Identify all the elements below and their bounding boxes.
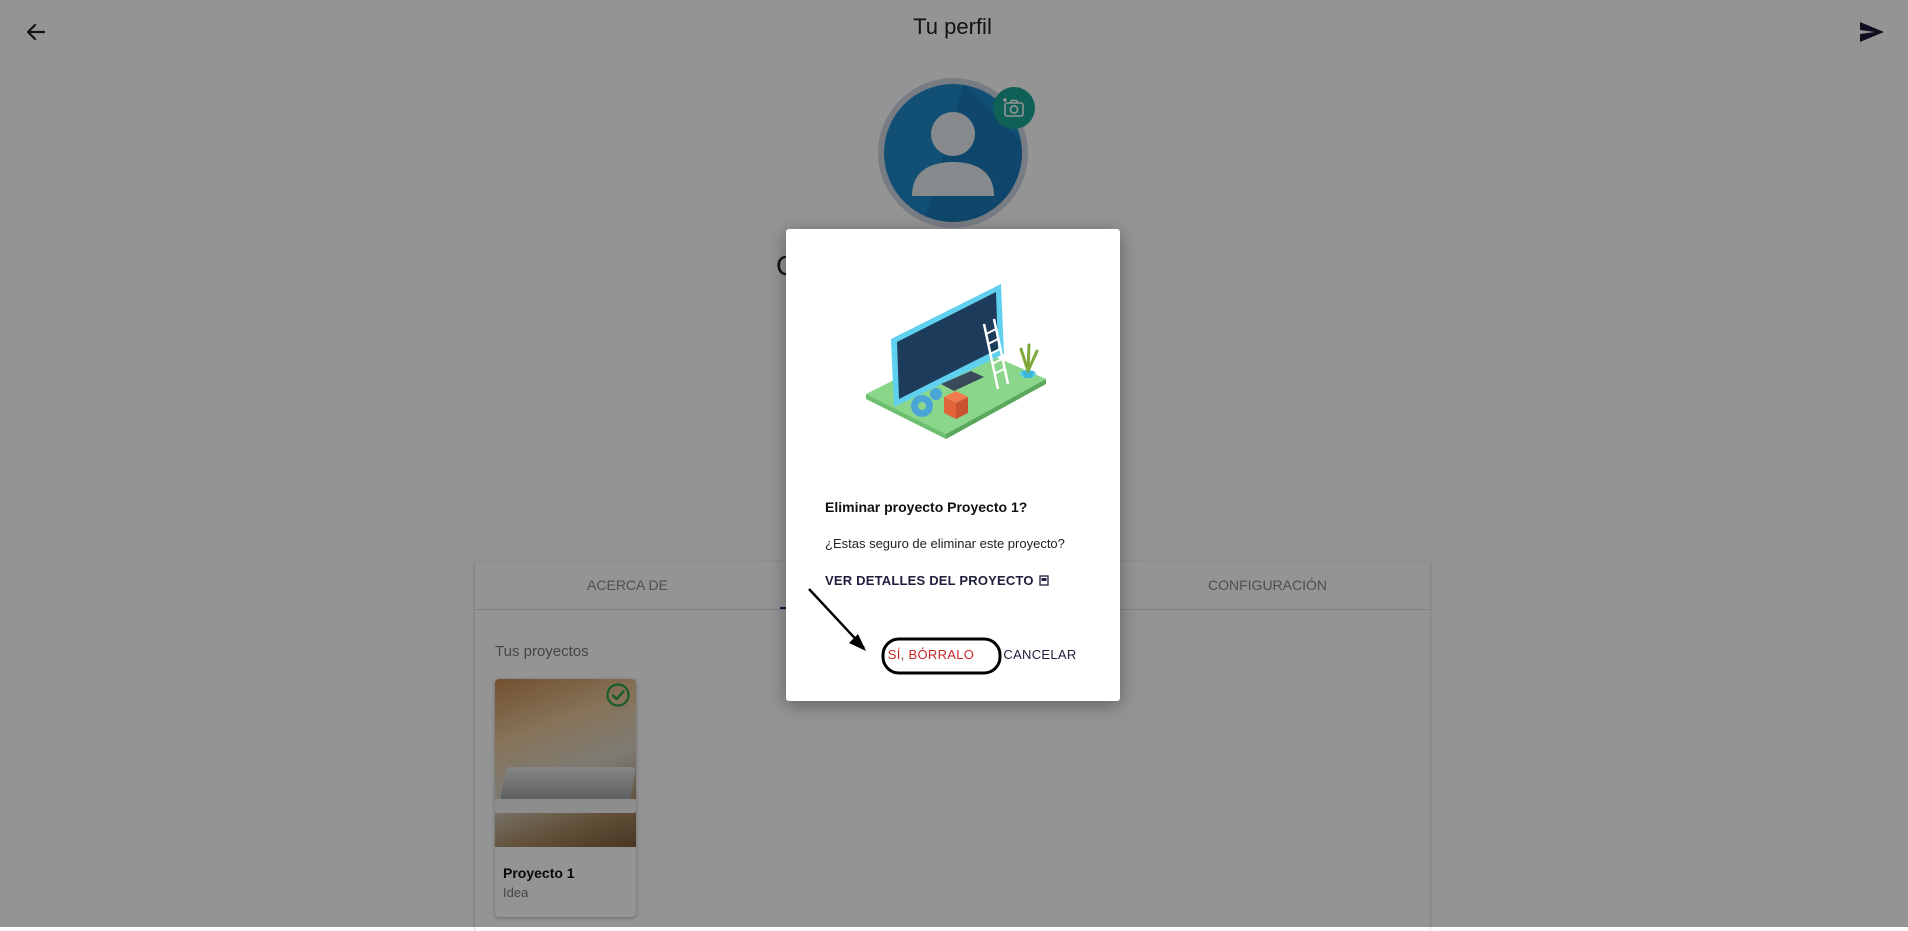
- dialog-message: ¿Estas seguro de eliminar este proyecto?: [825, 536, 1065, 551]
- view-project-details-link[interactable]: VER DETALLES DEL PROYECTO: [825, 573, 1049, 588]
- dialog-title: Eliminar proyecto Proyecto 1?: [825, 499, 1028, 515]
- cancel-button[interactable]: CANCELAR: [1000, 641, 1080, 669]
- workspace-illustration: [866, 284, 1046, 439]
- confirm-delete-button[interactable]: SÍ, BÓRRALO: [883, 641, 979, 669]
- profile-page: Tu perfil C a ACERCA DE CONFIGURACIÓ: [0, 0, 1908, 931]
- delete-project-dialog: Eliminar proyecto Proyecto 1? ¿Estas seg…: [786, 229, 1120, 701]
- details-link-label: VER DETALLES DEL PROYECTO: [825, 573, 1034, 588]
- open-in-new-icon: [1039, 575, 1049, 586]
